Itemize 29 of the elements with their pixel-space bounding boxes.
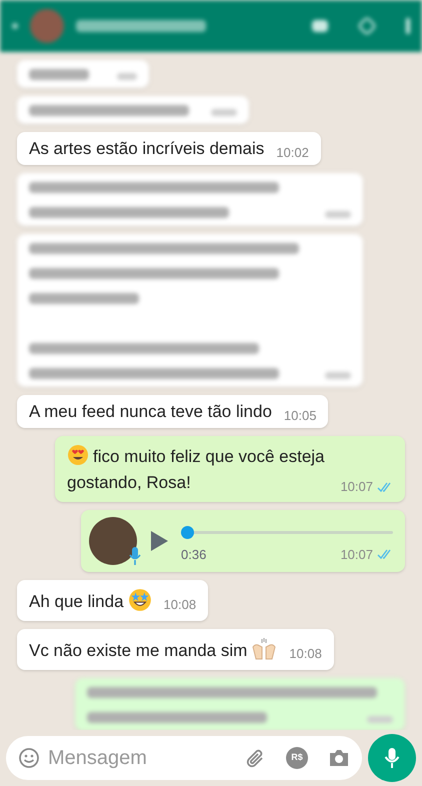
menu-icon[interactable]	[406, 18, 410, 34]
microphone-icon	[129, 547, 141, 565]
audio-progress-track[interactable]	[181, 526, 393, 539]
message-time: 10:07	[340, 479, 373, 495]
message-time: 10:02	[276, 145, 309, 161]
avatar-photo-placeholder	[30, 9, 64, 43]
star-eyes-emoji-icon	[128, 588, 152, 612]
raised-hands-emoji-icon	[251, 637, 278, 661]
microphone-icon	[384, 747, 400, 769]
payment-button[interactable]: R$	[286, 747, 308, 769]
voice-record-button[interactable]	[368, 734, 416, 782]
emoji-icon[interactable]	[18, 747, 40, 769]
message-time: 10:08	[289, 646, 322, 662]
voice-duration: 0:36	[181, 546, 206, 564]
message-text: Ah que linda	[29, 592, 152, 611]
camera-icon[interactable]	[328, 748, 350, 768]
message-text: A meu feed nunca teve tão lindo	[29, 402, 272, 421]
video-call-icon[interactable]	[312, 20, 328, 32]
heart-eyes-emoji-icon	[67, 444, 89, 466]
message-text: fico muito feliz que você esteja gostando, Rosa!	[67, 447, 325, 492]
play-icon[interactable]	[149, 530, 169, 552]
audio-progress-thumb[interactable]	[181, 526, 194, 539]
message-time: 10:05	[284, 408, 316, 424]
avatar-photo-placeholder	[89, 517, 137, 565]
message-time: 10:08	[164, 597, 196, 613]
message-text: Vc não existe me manda sim	[29, 641, 278, 660]
message-text: As artes estão incríveis demais	[29, 139, 264, 158]
message-input-field[interactable]: Mensagem R$	[6, 736, 362, 780]
message-time: 10:07	[340, 546, 373, 564]
